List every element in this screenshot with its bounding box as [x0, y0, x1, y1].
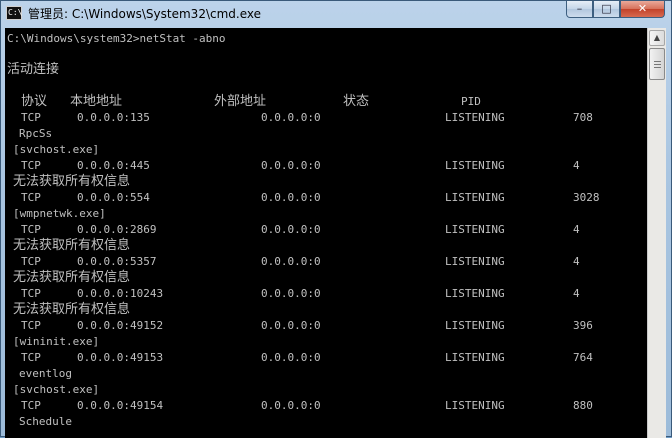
header-local: 本地地址 [70, 94, 123, 109]
cell-pid: 4 [573, 255, 580, 268]
row-owner-info: [wininit.exe] [13, 335, 100, 348]
row-owner-info: eventlog [19, 367, 72, 380]
connection-row: TCP 0.0.0.0:49153 0.0.0.0:0 LISTENING 764 [7, 350, 647, 366]
cmd-window: C:\ 管理员: C:\Windows\System32\cmd.exe – □… [0, 0, 672, 438]
window-title: 管理员: C:\Windows\System32\cmd.exe [28, 7, 261, 21]
column-headers: 协议 本地地址 外部地址 状态 PID [7, 94, 647, 110]
cell-proto: TCP [21, 159, 41, 172]
row-owner-info: 无法获取所有权信息 [13, 238, 131, 253]
cmd-icon[interactable]: C:\ [6, 6, 22, 20]
cell-proto: TCP [21, 319, 41, 332]
cell-state: LISTENING [445, 399, 505, 412]
grip-line [654, 61, 661, 62]
cell-local: 0.0.0.0:2869 [77, 223, 157, 236]
cell-foreign: 0.0.0.0:0 [261, 223, 321, 236]
cell-local: 0.0.0.0:49152 [77, 319, 164, 332]
cell-proto: TCP [21, 399, 41, 412]
console-output[interactable]: C:\Windows\system32>netStat -abno 活动连接 协… [5, 28, 647, 438]
cell-foreign: 0.0.0.0:0 [261, 399, 321, 412]
cell-proto: TCP [21, 287, 41, 300]
title-bar[interactable]: C:\ 管理员: C:\Windows\System32\cmd.exe – □… [1, 1, 671, 28]
cell-pid: 708 [573, 111, 593, 124]
vertical-scrollbar[interactable]: ▲ [647, 28, 666, 438]
cell-local: 0.0.0.0:49153 [77, 351, 164, 364]
cell-state: LISTENING [445, 111, 505, 124]
cell-local: 0.0.0.0:5357 [77, 255, 157, 268]
cell-pid: 3028 [573, 191, 600, 204]
cell-proto: TCP [21, 191, 41, 204]
row-owner-info: [svchost.exe] [13, 143, 100, 156]
cell-proto: TCP [21, 351, 41, 364]
cell-foreign: 0.0.0.0:0 [261, 287, 321, 300]
connection-row: TCP 0.0.0.0:49154 0.0.0.0:0 LISTENING 880 [7, 398, 647, 414]
cell-state: LISTENING [445, 287, 505, 300]
grip-line [654, 64, 661, 65]
cell-pid: 4 [573, 159, 580, 172]
row-owner-info: 无法获取所有权信息 [13, 174, 131, 189]
connection-row: TCP 0.0.0.0:135 0.0.0.0:0 LISTENING 708 [7, 110, 647, 126]
cell-foreign: 0.0.0.0:0 [261, 111, 321, 124]
maximize-button[interactable]: □ [593, 1, 620, 18]
cell-foreign: 0.0.0.0:0 [261, 351, 321, 364]
cell-local: 0.0.0.0:49154 [77, 399, 164, 412]
header-state: 状态 [343, 94, 370, 109]
header-foreign: 外部地址 [214, 94, 267, 109]
row-owner-info: 无法获取所有权信息 [13, 302, 131, 317]
cell-state: LISTENING [445, 159, 505, 172]
header-pid: PID [461, 95, 481, 108]
cell-state: LISTENING [445, 191, 505, 204]
cell-state: LISTENING [445, 319, 505, 332]
cell-pid: 4 [573, 287, 580, 300]
row-owner-info: 无法获取所有权信息 [13, 270, 131, 285]
cell-proto: TCP [21, 223, 41, 236]
row-owner-info: [wmpnetwk.exe] [13, 207, 106, 220]
cell-local: 0.0.0.0:445 [77, 159, 150, 172]
row-owner-info: RpcSs [19, 127, 53, 140]
cell-state: LISTENING [445, 255, 505, 268]
cell-proto: TCP [21, 111, 41, 124]
cell-local: 0.0.0.0:135 [77, 111, 150, 124]
section-title: 活动连接 [7, 62, 60, 77]
connection-row: TCP 0.0.0.0:49152 0.0.0.0:0 LISTENING 396 [7, 318, 647, 334]
row-owner-info: Schedule [19, 415, 72, 428]
cell-pid: 880 [573, 399, 593, 412]
cell-local: 0.0.0.0:554 [77, 191, 150, 204]
cell-foreign: 0.0.0.0:0 [261, 319, 321, 332]
cell-local: 0.0.0.0:10243 [77, 287, 164, 300]
cell-state: LISTENING [445, 351, 505, 364]
cell-state: LISTENING [445, 223, 505, 236]
connection-row: TCP 0.0.0.0:554 0.0.0.0:0 LISTENING 3028 [7, 190, 647, 206]
scroll-thumb[interactable] [649, 48, 665, 80]
connection-row: TCP 0.0.0.0:2869 0.0.0.0:0 LISTENING 4 [7, 222, 647, 238]
cell-foreign: 0.0.0.0:0 [261, 255, 321, 268]
cell-pid: 396 [573, 319, 593, 332]
command-line: C:\Windows\system32>netStat -abno [7, 32, 226, 45]
scroll-up-button[interactable]: ▲ [649, 30, 665, 46]
cell-foreign: 0.0.0.0:0 [261, 159, 321, 172]
header-proto: 协议 [21, 94, 48, 109]
connection-row: TCP 0.0.0.0:10243 0.0.0.0:0 LISTENING 4 [7, 286, 647, 302]
close-button[interactable]: ✕ [620, 1, 665, 18]
connection-row: TCP 0.0.0.0:5357 0.0.0.0:0 LISTENING 4 [7, 254, 647, 270]
grip-line [654, 67, 661, 68]
connection-row: TCP 0.0.0.0:445 0.0.0.0:0 LISTENING 4 [7, 158, 647, 174]
cell-foreign: 0.0.0.0:0 [261, 191, 321, 204]
cell-pid: 764 [573, 351, 593, 364]
minimize-button[interactable]: – [566, 1, 593, 18]
cell-proto: TCP [21, 255, 41, 268]
row-owner-info: [svchost.exe] [13, 383, 100, 396]
window-controls: – □ ✕ [566, 1, 665, 19]
cell-pid: 4 [573, 223, 580, 236]
